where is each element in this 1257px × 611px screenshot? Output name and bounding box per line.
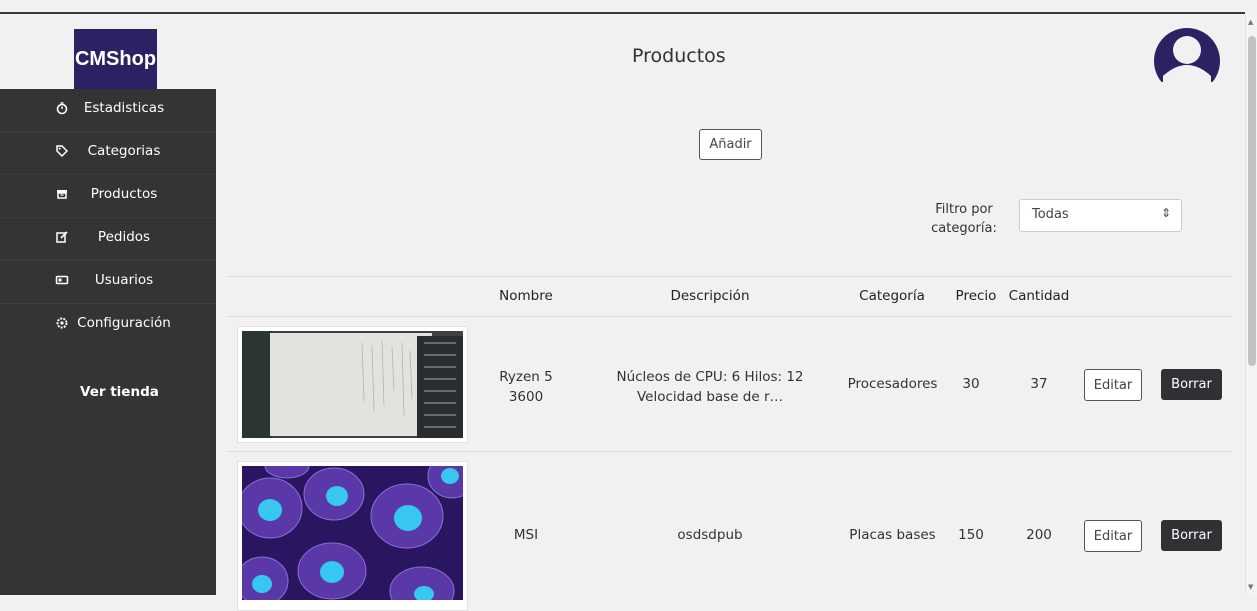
scrollbar[interactable]: ▲ ▼ [1245, 14, 1257, 595]
selected-value: Todas [1032, 207, 1069, 222]
sidebar-item-label: Productos [90, 186, 158, 202]
header-divider [227, 316, 1232, 317]
add-button[interactable]: Añadir [699, 129, 762, 160]
header-descripcion: Descripción [670, 288, 750, 304]
sidebar-item-pedidos[interactable]: Pedidos [0, 218, 216, 261]
table-top-divider [227, 276, 1232, 277]
product-price: 150 [958, 527, 984, 543]
product-category: Procesadores [847, 376, 938, 392]
sidebar-item-productos[interactable]: Productos [0, 175, 216, 218]
sidebar-item-label: Usuarios [94, 272, 154, 288]
product-category: Placas bases [849, 527, 936, 543]
header-cantidad: Cantidad [1008, 288, 1070, 304]
header: CMShop Productos [0, 14, 1245, 90]
edit-button[interactable]: Editar [1084, 369, 1142, 401]
avatar-icon[interactable] [1152, 26, 1222, 82]
edit-button[interactable]: Editar [1084, 520, 1142, 552]
product-image [237, 326, 468, 443]
logo[interactable]: CMShop [74, 29, 157, 90]
product-name: Ryzen 5 3600 [499, 369, 553, 405]
delete-button[interactable]: Borrar [1161, 520, 1222, 551]
filter-label: Filtro por categoría: [931, 202, 997, 236]
product-image [235, 453, 477, 611]
scrollbar-thumb[interactable] [1248, 36, 1256, 366]
sidebar-item-label: Estadisticas [83, 100, 165, 116]
header-categoria: Categoría [859, 288, 925, 304]
sidebar-item-estadisticas[interactable]: Estadisticas [0, 89, 216, 132]
sidebar: Estadisticas Categorias Productos Pedido… [0, 89, 216, 595]
product-quantity: 200 [1026, 527, 1052, 543]
sidebar-item-categorias[interactable]: Categorias [0, 132, 216, 175]
product-description: Núcleos de CPU: 6 Hilos: 12 Velocidad ba… [616, 369, 804, 405]
header-nombre: Nombre [499, 288, 553, 304]
scroll-down-arrow-icon[interactable]: ▼ [1248, 583, 1253, 591]
delete-button[interactable]: Borrar [1161, 369, 1222, 400]
sidebar-item-usuarios[interactable]: Usuarios [0, 261, 216, 304]
sidebar-item-label: Pedidos [97, 229, 151, 245]
row-divider [227, 451, 1232, 452]
product-description: osdsdpub [677, 527, 743, 543]
header-precio: Precio [955, 288, 997, 304]
sidebar-item-label: Configuración [77, 315, 171, 331]
scroll-up-arrow-icon[interactable]: ▲ [1248, 18, 1253, 26]
product-quantity: 37 [1030, 376, 1048, 392]
product-price: 30 [962, 376, 980, 392]
page-title: Productos [632, 45, 726, 67]
product-name: MSI [513, 527, 539, 543]
category-filter-select[interactable]: Todas ⇕ [1019, 199, 1182, 232]
sidebar-item-configuracion[interactable]: Configuración [0, 304, 216, 346]
select-arrows-icon: ⇕ [1160, 206, 1171, 220]
view-store-link[interactable]: Ver tienda [80, 384, 159, 400]
sidebar-item-label: Categorias [87, 143, 161, 159]
